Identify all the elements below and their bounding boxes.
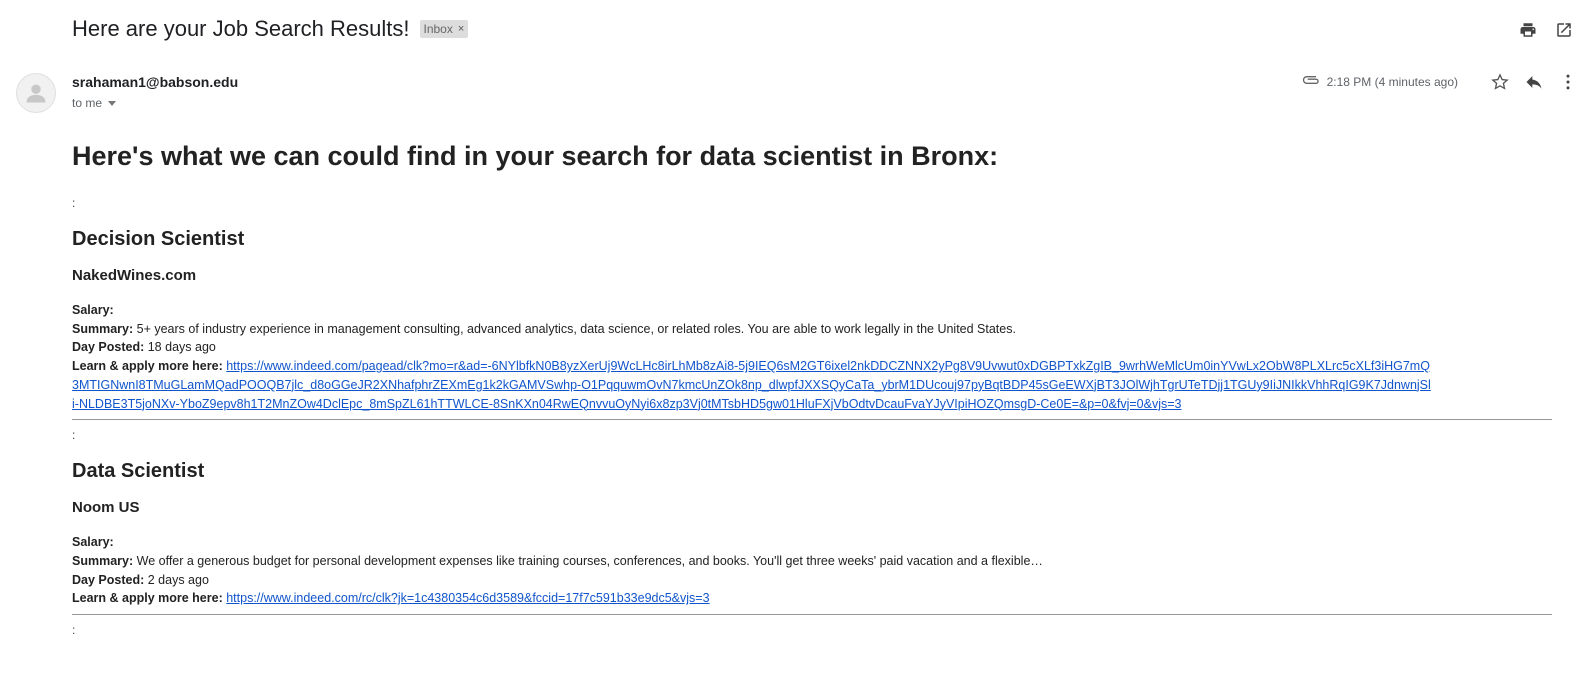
- job-details: Salary: Summary: 5+ years of industry ex…: [72, 301, 1552, 413]
- message-timestamp: 2:18 PM (4 minutes ago): [1326, 75, 1458, 89]
- print-icon[interactable]: [1518, 20, 1538, 40]
- inbox-label-chip[interactable]: Inbox ×: [419, 20, 469, 38]
- salary-label: Salary:: [72, 303, 114, 317]
- summary-line: Summary: 5+ years of industry experience…: [72, 320, 1552, 339]
- reply-icon[interactable]: [1524, 72, 1544, 92]
- apply-link[interactable]: https://www.indeed.com/pagead/clk?mo=r&a…: [72, 359, 1431, 410]
- chevron-down-icon[interactable]: [108, 100, 117, 106]
- company-name: NakedWines.com: [72, 267, 197, 284]
- separator-colon: :: [72, 428, 76, 443]
- summary-label: Summary:: [72, 553, 134, 568]
- remove-label-icon[interactable]: ×: [458, 23, 464, 35]
- summary-label: Summary:: [72, 321, 134, 336]
- summary-value: 5+ years of industry experience in manag…: [136, 321, 1016, 336]
- apply-label: Learn & apply more here:: [72, 591, 223, 606]
- results-heading: Here's what we can could find in your se…: [72, 141, 999, 171]
- day-posted-label: Day Posted:: [72, 572, 145, 587]
- subject-row: Here are your Job Search Results! Inbox …: [72, 16, 469, 42]
- sender-avatar[interactable]: [16, 73, 56, 113]
- email-subject: Here are your Job Search Results!: [72, 16, 410, 41]
- day-posted-line: Day Posted: 18 days ago: [72, 338, 1552, 357]
- job-divider: [72, 419, 1552, 421]
- salary-label: Salary:: [72, 535, 114, 550]
- recipient-line: to me: [72, 96, 117, 110]
- salary-line: Salary:: [72, 533, 1552, 552]
- default-avatar-icon: [26, 84, 46, 103]
- top-actions: [1518, 20, 1574, 40]
- separator-colon: :: [72, 196, 76, 210]
- job-details: Salary: Summary: We offer a generous bud…: [72, 533, 1552, 608]
- summary-line: Summary: We offer a generous budget for …: [72, 552, 1552, 571]
- message-meta: 2:18 PM (4 minutes ago): [1301, 72, 1578, 92]
- apply-line: Learn & apply more here: https://www.ind…: [72, 589, 1552, 608]
- summary-value: We offer a generous budget for personal …: [136, 553, 1043, 568]
- day-posted-label: Day Posted:: [72, 340, 145, 355]
- job-title: Decision Scientist: [72, 228, 245, 250]
- job-title: Data Scientist: [72, 460, 205, 483]
- email-body: Here's what we can could find in your se…: [72, 138, 1552, 639]
- apply-label: Learn & apply more here:: [72, 359, 223, 374]
- more-vertical-icon[interactable]: [1558, 72, 1578, 92]
- star-icon[interactable]: [1490, 72, 1510, 92]
- day-posted-line: Day Posted: 2 days ago: [72, 571, 1552, 590]
- separator-colon: :: [72, 623, 76, 638]
- attachment-icon: [1301, 73, 1321, 92]
- sender-address[interactable]: srahaman1@babson.edu: [72, 74, 238, 90]
- open-in-new-window-icon[interactable]: [1554, 20, 1574, 40]
- job-listing: Data Scientist Noom US Salary: Summary: …: [72, 458, 1552, 608]
- day-posted-value: 18 days ago: [147, 340, 216, 355]
- label-chip-text: Inbox: [423, 22, 453, 36]
- apply-line: Learn & apply more here: https://www.ind…: [72, 357, 1552, 413]
- day-posted-value: 2 days ago: [147, 572, 209, 587]
- salary-line: Salary:: [72, 301, 1552, 320]
- company-name: Noom US: [72, 499, 140, 517]
- apply-link[interactable]: https://www.indeed.com/rc/clk?jk=1c43803…: [226, 591, 709, 605]
- job-divider: [72, 614, 1552, 616]
- job-listing: Decision Scientist NakedWines.com Salary…: [72, 226, 1552, 413]
- recipient-text: to me: [72, 96, 103, 110]
